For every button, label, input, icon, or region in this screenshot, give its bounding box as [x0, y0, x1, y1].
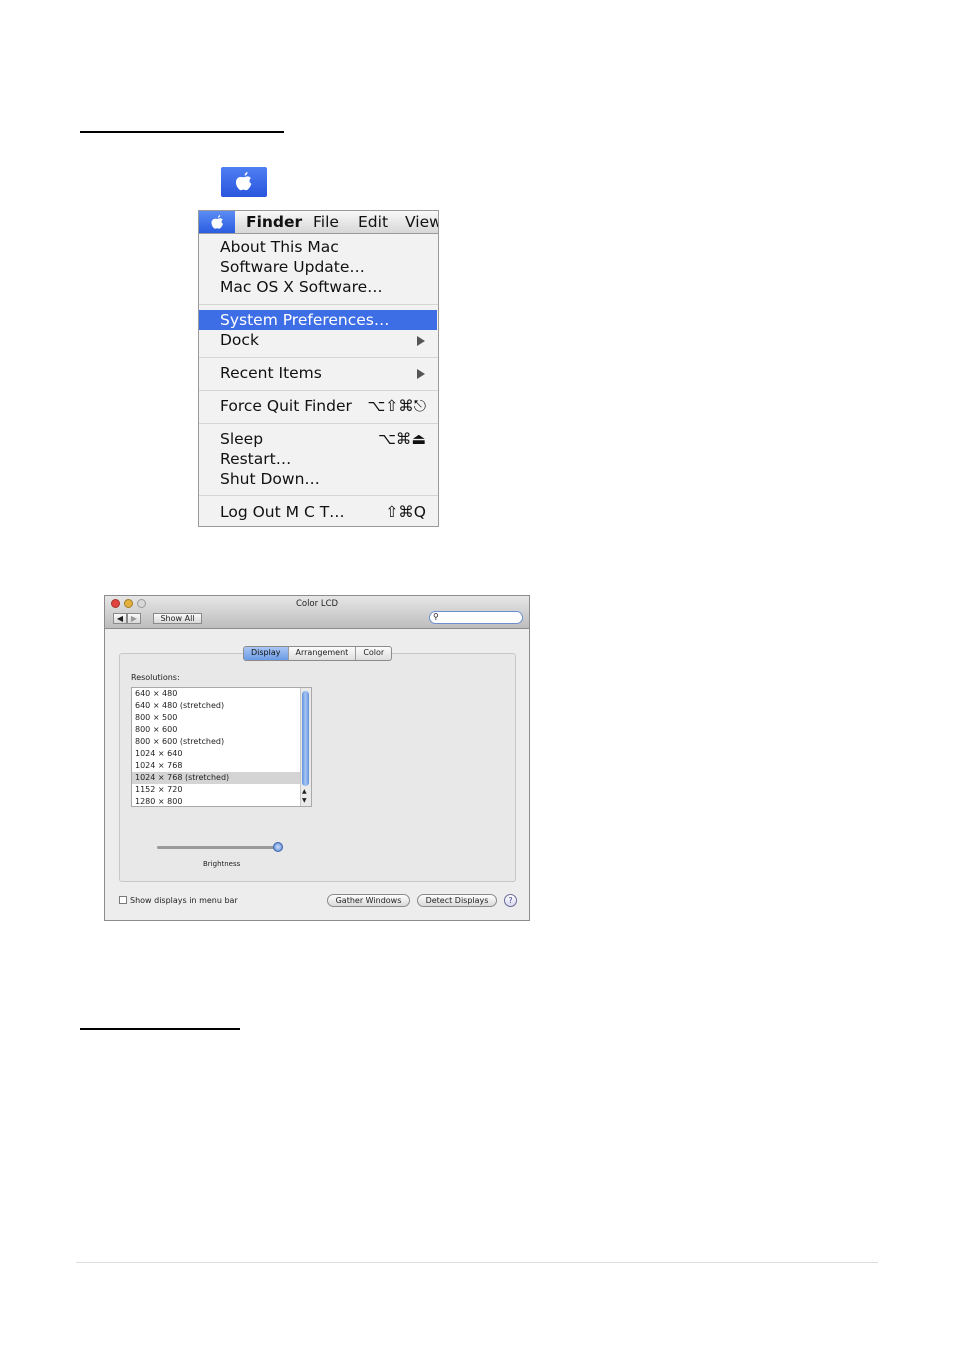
menu-item-system-preferences[interactable]: System Preferences…	[220, 311, 389, 329]
resolution-option[interactable]: 1024 × 768 (stretched)	[132, 772, 302, 784]
apple-icon	[210, 214, 223, 229]
submenu-arrow-icon	[417, 369, 425, 379]
resolutions-list[interactable]: 1280 × 800 1152 × 720 1024 × 768 (stretche…	[131, 687, 312, 807]
list-scrollbar[interactable]: ▲ ▼	[300, 688, 311, 806]
menu-bar: Finder File Edit View	[199, 211, 438, 234]
resolution-option[interactable]: 640 × 480 (stretched)	[132, 700, 302, 712]
menu-separator	[199, 304, 438, 305]
brightness-label: Brightness	[203, 860, 241, 868]
menubar-finder[interactable]: Finder	[246, 213, 302, 231]
page-footer-divider	[76, 1262, 878, 1263]
resolution-option[interactable]: 800 × 500	[132, 712, 302, 724]
apple-menu-button[interactable]	[199, 211, 235, 233]
forward-button[interactable]: ▶	[127, 613, 141, 624]
apple-logo-tile	[221, 167, 267, 197]
menu-item-about[interactable]: About This Mac	[220, 238, 339, 256]
resolutions-label: Resolutions:	[131, 673, 180, 682]
menu-separator	[199, 495, 438, 496]
menu-item-force-quit[interactable]: Force Quit Finder	[220, 397, 352, 415]
show-displays-label: Show displays in menu bar	[130, 896, 238, 905]
scrollbar-thumb[interactable]	[302, 691, 309, 786]
resolution-option[interactable]: 640 × 480	[132, 688, 302, 700]
menubar-edit[interactable]: Edit	[358, 213, 388, 231]
menu-item-dock[interactable]: Dock	[220, 331, 259, 349]
apple-icon	[235, 172, 252, 191]
brightness-slider[interactable]	[157, 842, 284, 852]
resolution-option[interactable]: 800 × 600 (stretched)	[132, 736, 302, 748]
force-quit-shortcut: ⌥⇧⌘⎋	[367, 397, 426, 415]
submenu-arrow-icon	[417, 336, 425, 346]
resolution-option[interactable]: 1152 × 720	[132, 784, 302, 796]
menu-item-sleep[interactable]: Sleep	[220, 430, 263, 448]
logout-shortcut: ⇧⌘Q	[385, 503, 426, 521]
scroll-down-icon[interactable]: ▼	[302, 797, 307, 804]
apple-menu-screenshot: Finder File Edit View About This Mac Sof…	[198, 210, 439, 527]
back-button[interactable]: ◀	[113, 613, 127, 624]
search-icon: ⚲	[433, 612, 439, 621]
detect-displays-button[interactable]: Detect Displays	[417, 894, 497, 907]
tab-display[interactable]: Display	[244, 647, 289, 660]
gather-windows-button[interactable]: Gather Windows	[327, 894, 410, 907]
resolution-option[interactable]: 800 × 600	[132, 724, 302, 736]
menu-item-recent-items[interactable]: Recent Items	[220, 364, 322, 382]
menu-separator	[199, 390, 438, 391]
show-displays-checkbox[interactable]	[119, 896, 127, 904]
forward-arrow-icon: ▶	[130, 614, 138, 623]
menu-item-software-update[interactable]: Software Update…	[220, 258, 365, 276]
sleep-shortcut: ⌥⌘⏏	[377, 430, 426, 448]
show-all-button[interactable]: Show All	[153, 613, 202, 624]
resolution-option[interactable]: 1024 × 768	[132, 760, 302, 772]
menu-item-shutdown[interactable]: Shut Down…	[220, 470, 320, 488]
menubar-file[interactable]: File	[313, 213, 339, 231]
search-field[interactable]: ⚲	[429, 611, 523, 624]
menu-item-logout[interactable]: Log Out M C T…	[220, 503, 345, 521]
help-button[interactable]: ?	[504, 894, 517, 907]
menubar-view[interactable]: View	[405, 213, 438, 231]
resolution-option[interactable]: 1280 × 800	[132, 796, 302, 806]
window-title: Color LCD	[295, 599, 339, 609]
section-heading-rule-1	[80, 131, 284, 133]
back-arrow-icon: ◀	[116, 614, 124, 623]
tab-color[interactable]: Color	[356, 647, 391, 660]
scroll-up-icon[interactable]: ▲	[302, 788, 307, 795]
menu-item-restart[interactable]: Restart…	[220, 450, 291, 468]
menu-separator	[199, 357, 438, 358]
tab-arrangement[interactable]: Arrangement	[289, 647, 357, 660]
preference-tabs: Display Arrangement Color	[243, 646, 393, 661]
window-toolbar: Color LCD ◀ ▶ Show All ⚲	[105, 596, 529, 629]
display-preferences-window: Color LCD ◀ ▶ Show All ⚲ Display Arrange…	[104, 595, 530, 921]
section-heading-rule-2	[80, 1028, 240, 1030]
resolution-option[interactable]: 1024 × 640	[132, 748, 302, 760]
menu-item-macosx-software[interactable]: Mac OS X Software…	[220, 278, 383, 296]
menu-separator	[199, 423, 438, 424]
